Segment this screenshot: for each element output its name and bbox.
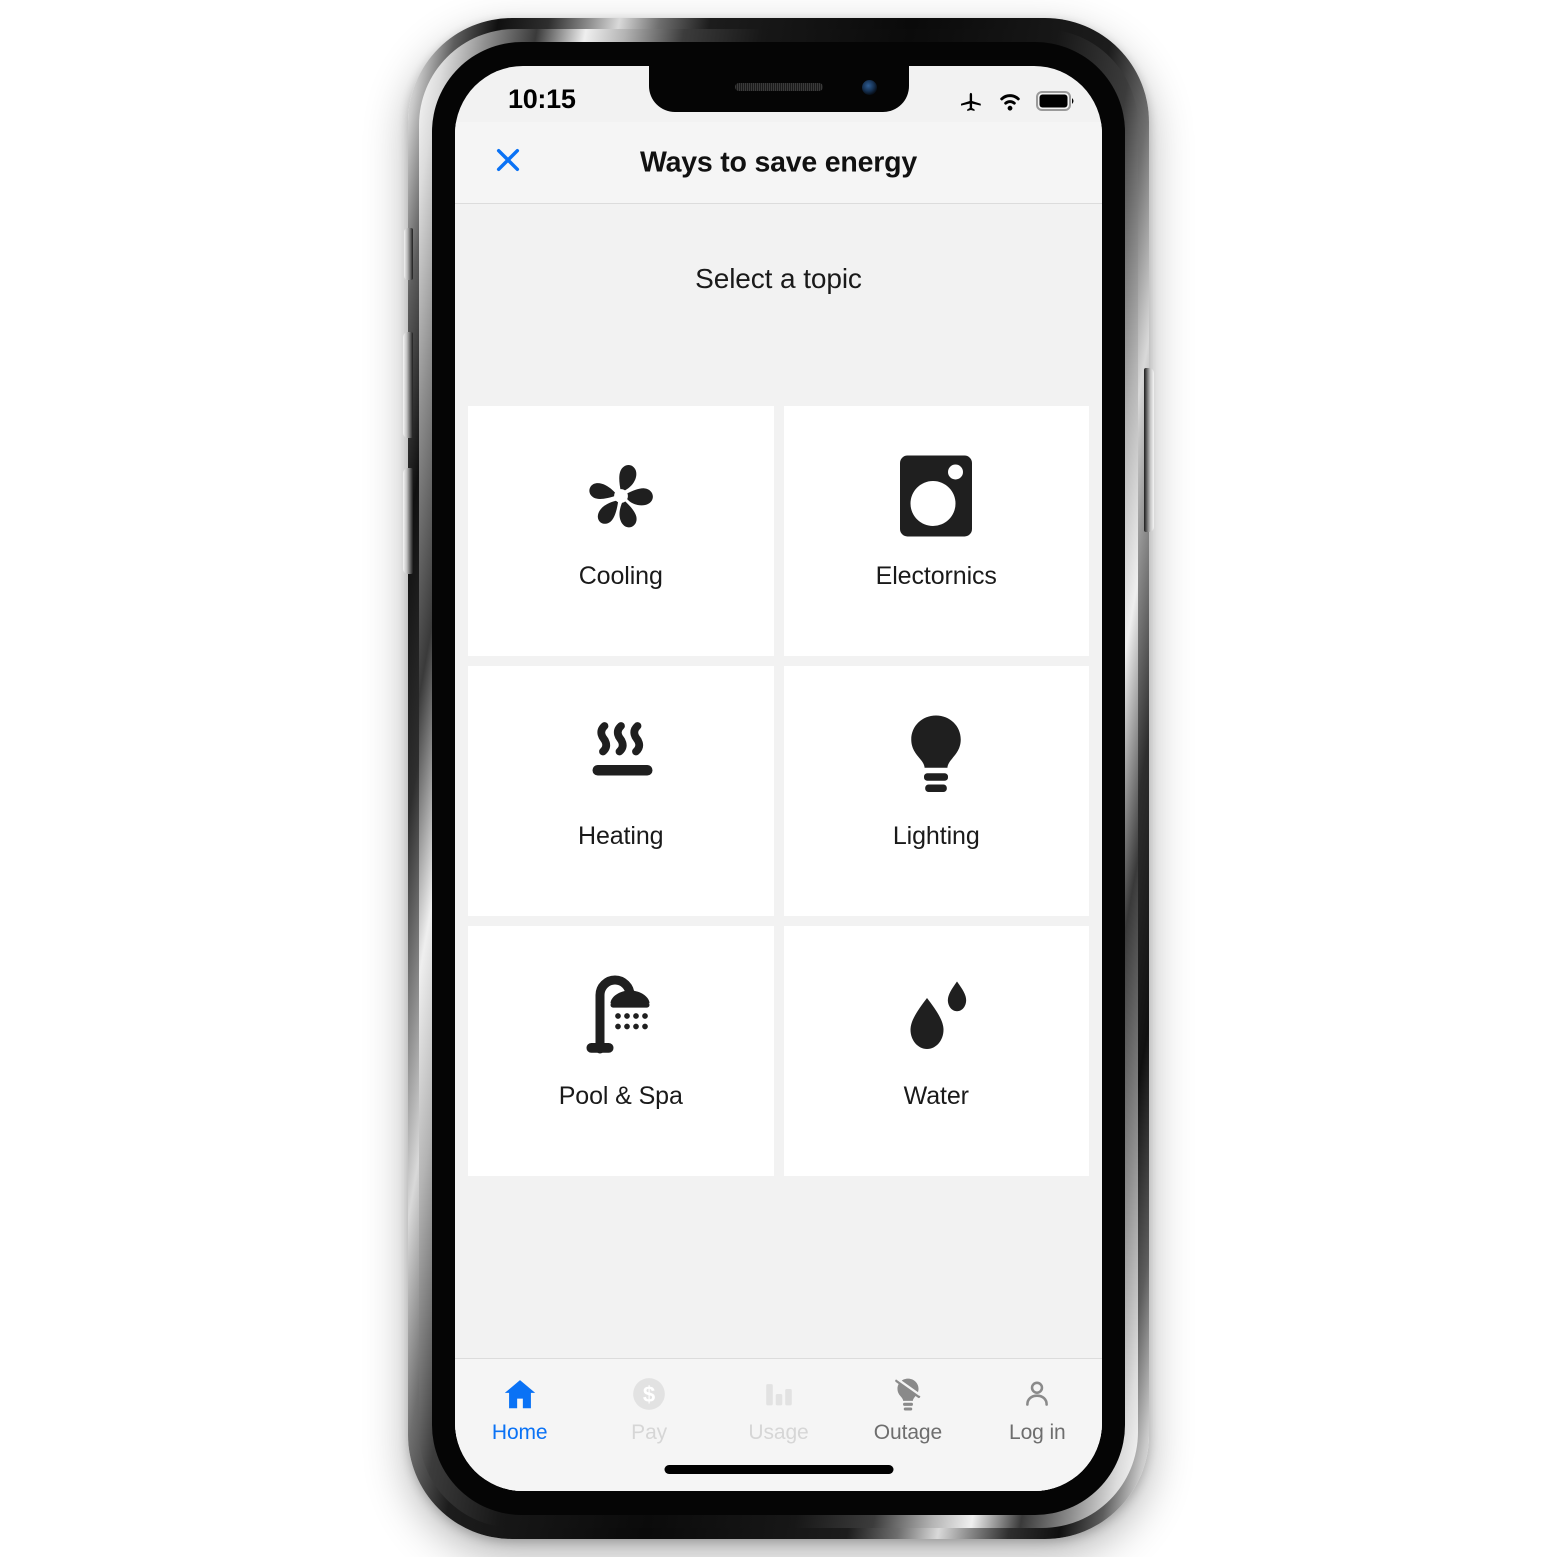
topic-tile-electronics[interactable]: Electornics	[783, 406, 1089, 656]
topic-label: Lighting	[892, 822, 980, 850]
shower-icon	[573, 956, 669, 1076]
page-title: Ways to save energy	[639, 146, 918, 178]
front-camera-icon	[861, 80, 877, 95]
topic-tile-pool-spa[interactable]: Pool & Spa	[468, 926, 774, 1176]
tab-outage[interactable]: Outage	[843, 1373, 972, 1445]
tab-pay[interactable]: $ Pay	[584, 1373, 713, 1445]
home-icon	[501, 1373, 539, 1415]
wifi-icon	[996, 88, 1024, 119]
washing-machine-icon	[893, 436, 979, 556]
topic-tile-lighting[interactable]: Lighting	[783, 666, 1089, 916]
topic-tile-heating[interactable]: Heating	[468, 666, 774, 916]
device-notch	[648, 66, 909, 112]
tab-label: Outage	[873, 1421, 943, 1444]
status-icons	[958, 88, 1076, 119]
phone-screen: 10:15 Ways to save energy Select a topic…	[455, 66, 1102, 1491]
section-heading: Select a topic	[695, 263, 862, 294]
tab-usage[interactable]: Usage	[714, 1373, 843, 1445]
silent-switch-button[interactable]	[404, 228, 413, 280]
tab-login[interactable]: Log in	[973, 1373, 1102, 1445]
home-indicator[interactable]	[664, 1465, 893, 1474]
volume-up-button[interactable]	[403, 332, 413, 438]
water-drop-icon	[888, 956, 984, 1076]
airplane-mode-icon	[958, 88, 984, 119]
topic-label: Electornics	[875, 562, 997, 590]
topic-label: Cooling	[578, 562, 663, 590]
topic-label: Heating	[578, 822, 664, 850]
dollar-coin-icon: $	[630, 1373, 668, 1415]
battery-icon	[1036, 91, 1076, 116]
tab-label: Pay	[631, 1421, 668, 1444]
status-time: 10:15	[508, 84, 576, 114]
heat-waves-icon	[573, 696, 669, 816]
light-bulb-icon	[893, 696, 979, 816]
fan-icon	[573, 436, 669, 556]
person-icon	[1020, 1373, 1054, 1415]
topic-tile-water[interactable]: Water	[783, 926, 1089, 1176]
topic-label: Water	[903, 1082, 969, 1110]
app-header: Ways to save energy	[455, 122, 1102, 204]
earpiece-speaker	[734, 83, 823, 91]
tab-label: Log in	[1009, 1421, 1066, 1444]
tab-label: Usage	[748, 1421, 809, 1444]
volume-down-button[interactable]	[403, 468, 413, 574]
topic-grid: Cooling Electornics Heating Lighting Poo…	[468, 406, 1089, 1176]
content-area: Select a topic Cooling Electornics Heati…	[455, 204, 1102, 1491]
topic-tile-cooling[interactable]: Cooling	[468, 406, 774, 656]
tab-label: Home	[491, 1421, 548, 1444]
tab-home[interactable]: Home	[455, 1373, 584, 1445]
svg-text:$: $	[643, 1382, 656, 1407]
topic-label: Pool & Spa	[558, 1082, 683, 1110]
bar-chart-icon	[762, 1373, 796, 1415]
power-button[interactable]	[1144, 368, 1154, 532]
bulb-off-icon	[890, 1373, 926, 1415]
